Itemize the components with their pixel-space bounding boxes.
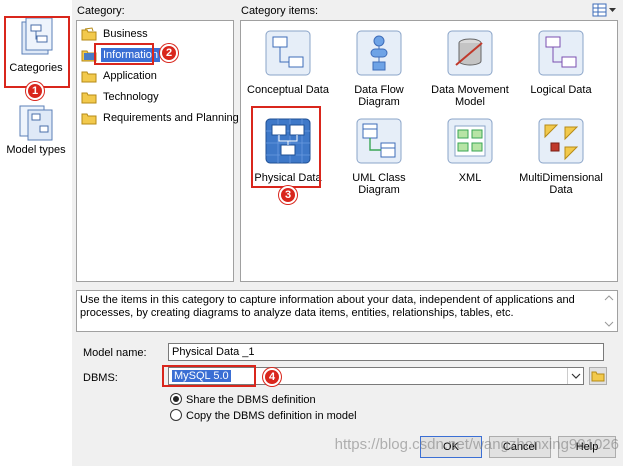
radio-checked-icon [170,393,182,405]
item-label: UML Class Diagram [352,172,406,196]
item-conceptual-data[interactable]: Conceptual Data [243,29,333,96]
sidebar-item-label: Categories [9,62,63,74]
category-item-label: Business [103,28,148,40]
category-item-business[interactable]: Business [77,25,150,43]
item-label: Conceptual Data [247,84,329,96]
scroll-up-icon [604,295,614,301]
item-label: Data Movement Model [431,84,509,108]
model-name-label: Model name: [83,347,147,359]
item-data-flow-diagram[interactable]: Data Flow Diagram [334,29,424,108]
annotation-badge-4: 4 [263,368,281,386]
uml-class-diagram-icon [356,118,402,164]
category-item-requirements-and-planning[interactable]: Requirements and Planning [77,109,241,127]
item-uml-class-diagram[interactable]: UML Class Diagram [334,117,424,196]
logical-data-icon [538,30,584,76]
annotation-badge-2: 2 [160,44,178,62]
folder-icon [81,71,97,83]
item-logical-data[interactable]: Logical Data [516,29,606,96]
category-items-grid[interactable]: Conceptual Data Data Flow Diagram Data M… [240,20,618,282]
conceptual-data-icon [265,30,311,76]
description-box: Use the items in this category to captur… [76,290,618,332]
model-name-input[interactable] [168,343,604,361]
sidebar-panel: Categories Model types [0,0,72,466]
xml-icon [447,118,493,164]
folder-open-icon [591,371,605,382]
radio-copy-dbms[interactable]: Copy the DBMS definition in model [170,409,357,422]
item-physical-data[interactable]: Physical Data [243,117,333,184]
folder-icon [81,113,97,125]
folder-icon [81,92,97,104]
multidimensional-data-icon [538,118,584,164]
scroll-down-icon [604,321,614,327]
annotation-badge-3: 3 [279,186,297,204]
radio-copy-label: Copy the DBMS definition in model [186,410,357,422]
item-label: Logical Data [530,84,592,96]
description-text: Use the items in this category to captur… [80,294,575,319]
category-list[interactable]: Business Information Application Technol… [76,20,239,282]
category-item-label: Requirements and Planning [103,112,239,124]
item-multidimensional-data[interactable]: MultiDimensional Data [516,117,606,196]
item-xml[interactable]: XML [425,117,515,184]
view-options-icon[interactable] [592,3,616,17]
radio-unchecked-icon [170,409,182,421]
dbms-select[interactable]: MySQL 5.0 [168,367,584,385]
category-items-header: Category items: [241,5,319,17]
sidebar-item-categories[interactable]: Categories [4,16,68,74]
category-header: Category: [77,5,125,17]
category-item-technology[interactable]: Technology [77,88,161,106]
dbms-label: DBMS: [83,372,118,384]
categories-icon [21,17,53,55]
category-item-information[interactable]: Information [77,46,161,64]
item-data-movement-model[interactable]: Data Movement Model [425,29,515,108]
radio-share-dbms[interactable]: Share the DBMS definition [170,393,316,406]
category-item-label: Information [101,48,161,62]
annotation-badge-1: 1 [26,82,44,100]
item-label: Data Flow Diagram [354,84,404,108]
item-label: MultiDimensional Data [519,172,603,196]
dbms-selected-value: MySQL 5.0 [172,370,231,382]
category-item-application[interactable]: Application [77,67,159,85]
category-item-label: Application [103,70,157,82]
data-flow-diagram-icon [356,30,402,76]
sidebar-item-model-types[interactable]: Model types [4,104,68,156]
description-scrollbar[interactable] [602,292,616,330]
radio-share-label: Share the DBMS definition [186,394,316,406]
item-label: XML [458,172,482,184]
category-item-label: Technology [103,91,159,103]
dbms-browse-button[interactable] [589,367,607,385]
item-label: Physical Data [254,172,322,184]
folder-icon [81,50,97,62]
physical-data-icon [265,118,311,164]
folder-icon [81,27,97,41]
data-movement-model-icon [447,30,493,76]
sidebar-item-label: Model types [6,144,66,156]
watermark-text: https://blog.csdn.net/wangzhonxing991026 [334,436,619,453]
model-types-icon [19,105,53,141]
chevron-down-icon [567,368,583,384]
